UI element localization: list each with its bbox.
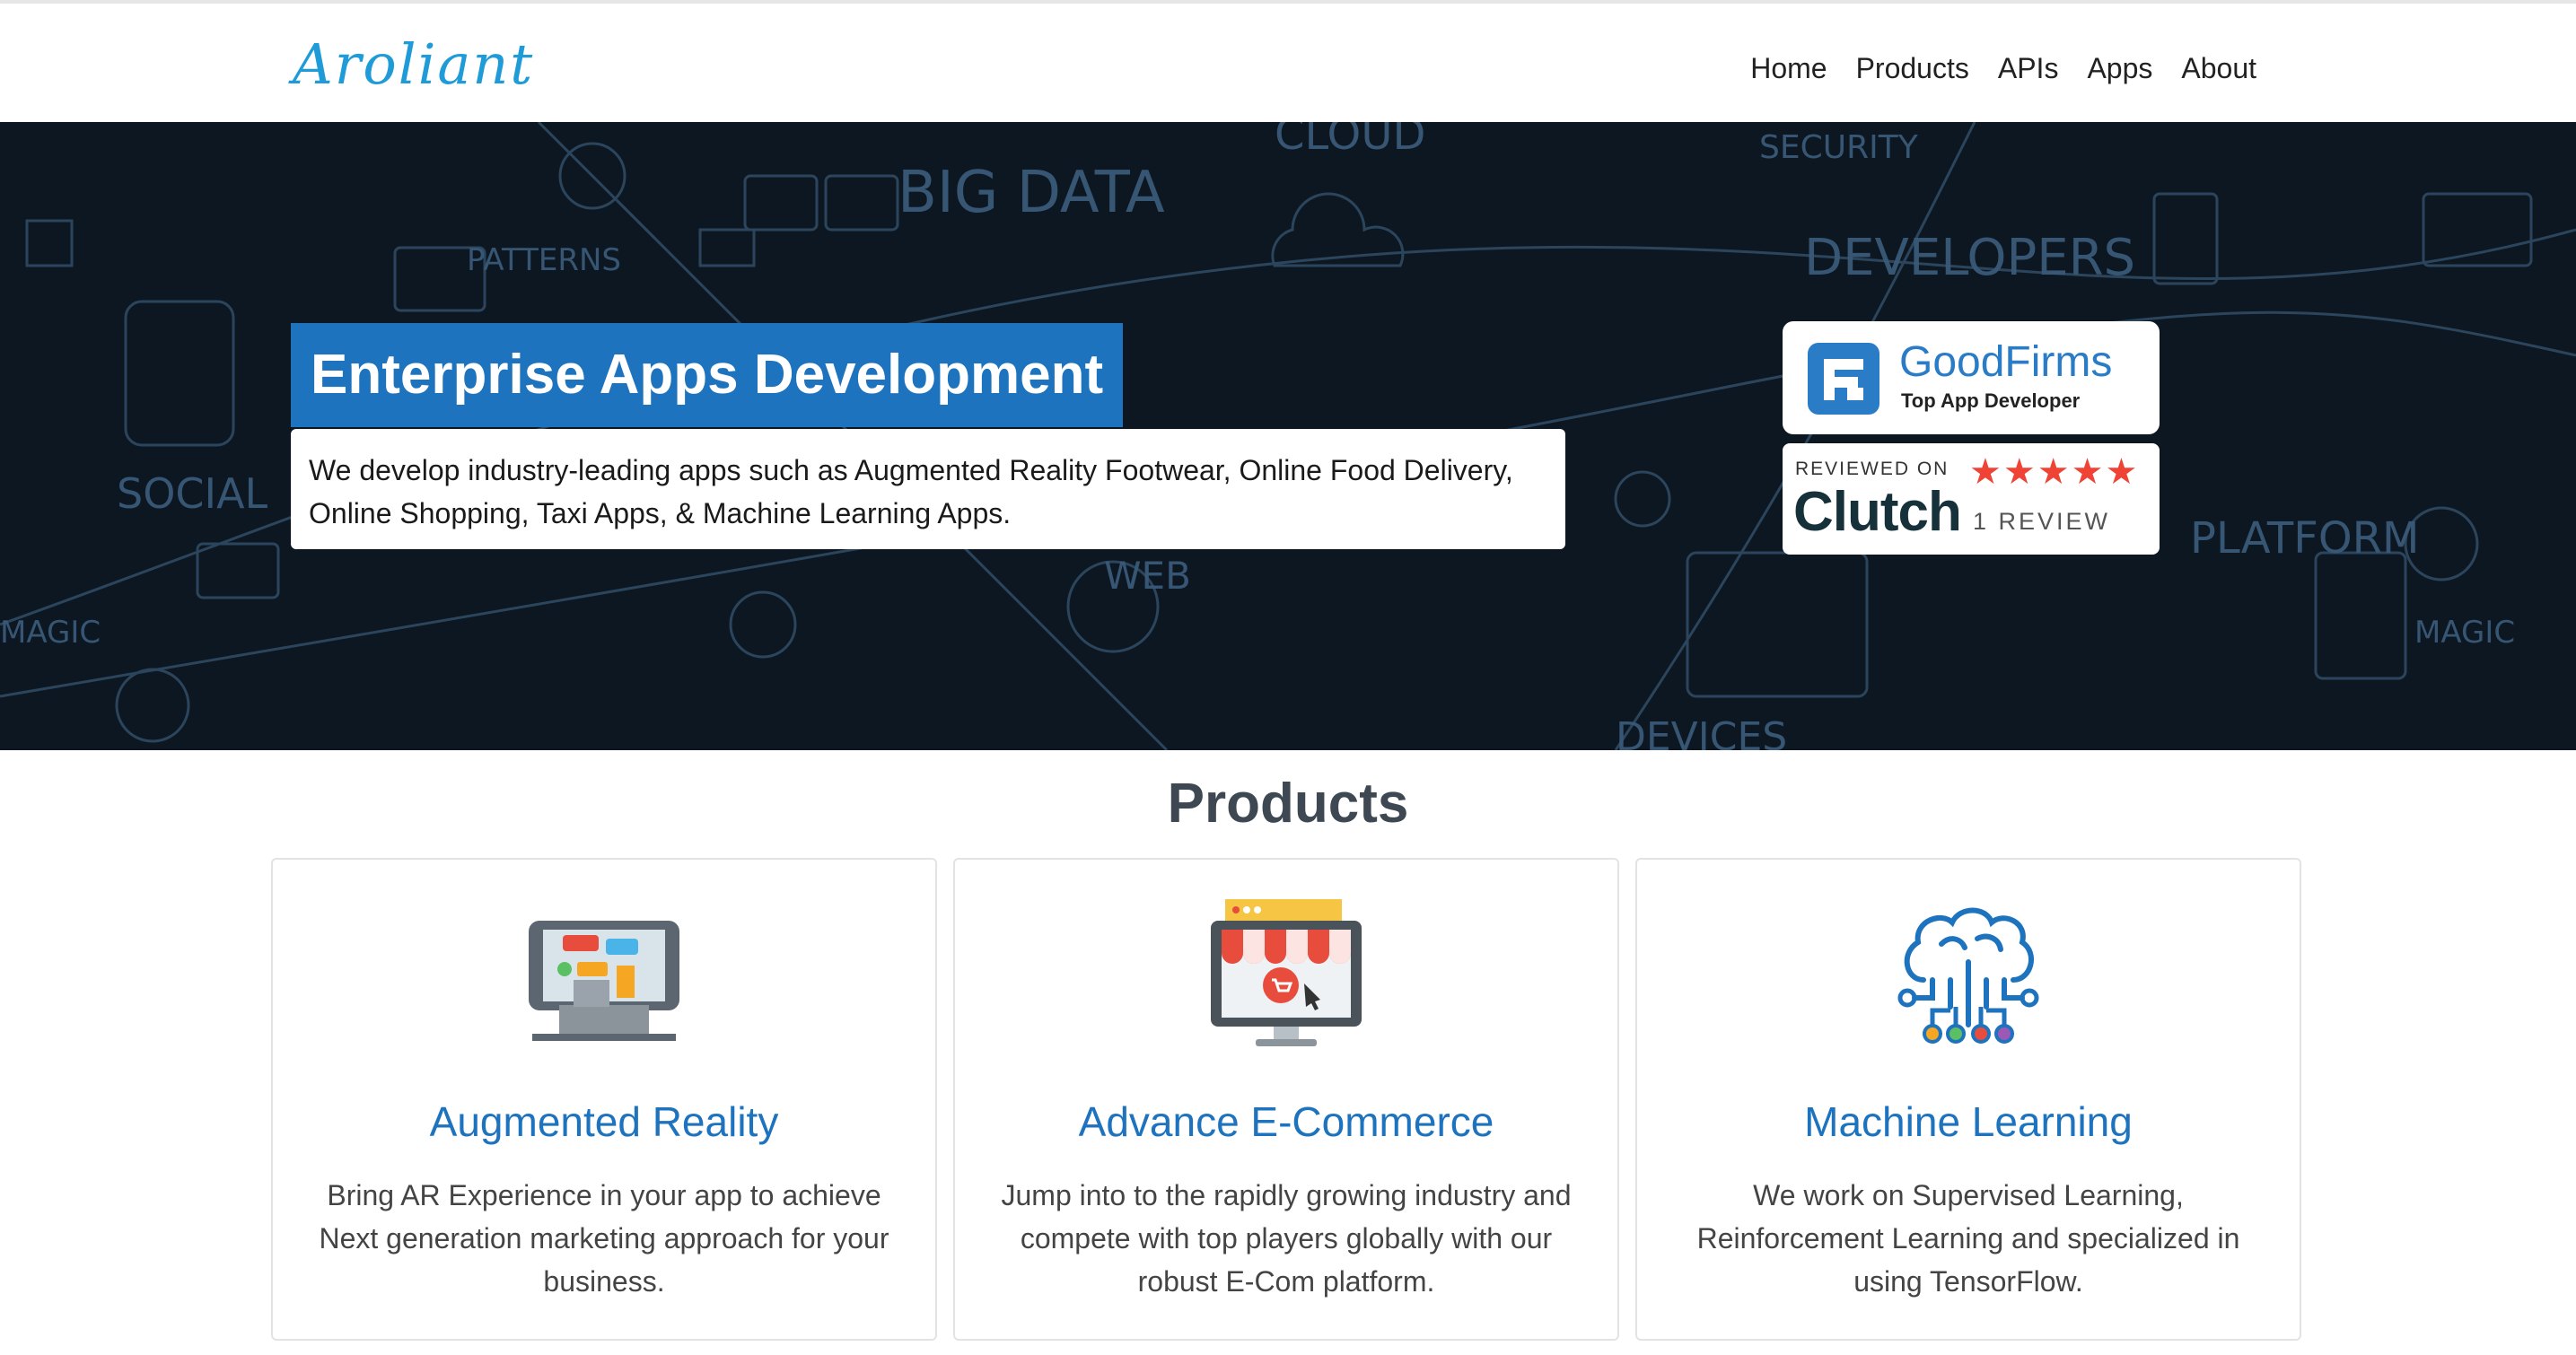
doodle-word: SOCIAL xyxy=(117,469,268,518)
product-title[interactable]: Augmented Reality xyxy=(273,1095,935,1149)
doodle-word: DEVICES xyxy=(1616,714,1787,750)
product-card-ecommerce[interactable]: Advance E-Commerce Jump into to the rapi… xyxy=(953,858,1619,1341)
clutch-badge[interactable]: REVIEWED ON Clutch ★★★★★ 1 REVIEW xyxy=(1783,443,2160,555)
ecommerce-store-icon xyxy=(1211,899,1362,1046)
navbar: Aroliant Home Products APIs Apps About xyxy=(0,4,2576,122)
clutch-reviewed-on: REVIEWED ON xyxy=(1795,459,1950,479)
product-description: Jump into to the rapidly growing industr… xyxy=(1001,1179,1572,1298)
main-nav: Home Products APIs Apps About xyxy=(1736,41,2271,95)
clutch-stars-icon: ★★★★★ xyxy=(1969,452,2140,492)
hero-title: Enterprise Apps Development xyxy=(291,323,1124,427)
goodfirms-logo-icon xyxy=(1808,343,1879,415)
products-heading: Products xyxy=(1167,773,1409,835)
product-description: Bring AR Experience in your app to achie… xyxy=(319,1179,889,1298)
product-card-ar[interactable]: Augmented Reality Bring AR Experience in… xyxy=(271,858,937,1341)
product-card-ml[interactable]: Machine Learning We work on Supervised L… xyxy=(1635,858,2301,1341)
doodle-word: WEB xyxy=(1104,554,1191,598)
nav-products[interactable]: Products xyxy=(1842,41,1984,95)
doodle-word: BIG DATA xyxy=(898,160,1165,226)
product-title[interactable]: Machine Learning xyxy=(1637,1095,2300,1149)
product-description: We work on Supervised Learning, Reinforc… xyxy=(1696,1179,2240,1298)
doodle-word: CLOUD xyxy=(1275,122,1425,160)
brand-logo[interactable]: Aroliant xyxy=(293,29,534,101)
doodle-word: DEVELOPERS xyxy=(1804,229,2135,287)
goodfirms-subtitle: Top App Developer xyxy=(1901,389,2081,412)
doodle-word: MAGIC xyxy=(2414,615,2515,651)
hero-description: We develop industry-leading apps such as… xyxy=(291,429,1565,549)
doodle-word: PATTERNS xyxy=(467,242,621,278)
doodle-word: MAGIC xyxy=(0,615,101,651)
ar-tablet-icon xyxy=(529,921,679,1041)
machine-learning-brain-icon xyxy=(1897,907,2039,1044)
clutch-review-count: 1 REVIEW xyxy=(1973,508,2111,535)
nav-home[interactable]: Home xyxy=(1736,41,1841,95)
nav-apis[interactable]: APIs xyxy=(1984,41,2073,95)
product-title[interactable]: Advance E-Commerce xyxy=(955,1095,1617,1149)
doodle-word: PLATFORM xyxy=(2190,513,2419,564)
hero-banner: BIG DATA PATTERNS SOCIAL DEVELOPERS SECU… xyxy=(0,122,2576,750)
clutch-name: Clutch xyxy=(1793,481,1962,543)
nav-apps[interactable]: Apps xyxy=(2072,41,2167,95)
doodle-word: SECURITY xyxy=(1759,129,1919,166)
goodfirms-name: GoodFirms xyxy=(1899,338,2113,386)
goodfirms-badge[interactable]: GoodFirms Top App Developer xyxy=(1783,321,2160,434)
nav-about[interactable]: About xyxy=(2167,41,2271,95)
